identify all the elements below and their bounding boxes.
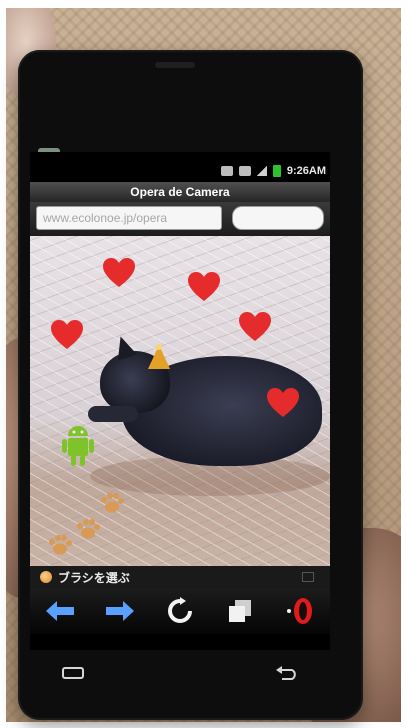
heart-sticker-icon[interactable] bbox=[102, 258, 136, 288]
arrow-right-icon bbox=[106, 601, 134, 621]
address-bar: www.ecolonoe.jp/opera bbox=[30, 202, 330, 236]
browser-title: Opera de Camera bbox=[30, 182, 330, 202]
heart-sticker-icon[interactable] bbox=[238, 312, 272, 342]
back-button[interactable] bbox=[43, 594, 77, 628]
forward-button[interactable] bbox=[103, 594, 137, 628]
phone-brand-logo bbox=[155, 62, 195, 68]
signal-icon bbox=[256, 166, 267, 176]
paw-print-sticker-icon[interactable] bbox=[100, 492, 124, 514]
opera-logo-icon bbox=[287, 598, 312, 624]
tabs-button[interactable] bbox=[223, 594, 257, 628]
brush-menu-label: ブラシを選ぶ bbox=[58, 570, 130, 585]
browser-toolbar bbox=[30, 588, 330, 634]
heart-sticker-icon[interactable] bbox=[266, 388, 300, 418]
reload-icon bbox=[168, 597, 192, 623]
opera-menu-button[interactable] bbox=[283, 594, 317, 628]
search-input[interactable] bbox=[232, 206, 324, 230]
status-bar: 9:26AM bbox=[30, 162, 330, 180]
paw-print-sticker-icon[interactable] bbox=[48, 534, 72, 556]
battery-icon bbox=[272, 165, 281, 177]
paw-print-sticker-icon[interactable] bbox=[76, 518, 100, 540]
vibrate-icon bbox=[238, 166, 251, 176]
brush-menu[interactable]: ブラシを選ぶ bbox=[30, 566, 330, 588]
heart-sticker-icon[interactable] bbox=[50, 320, 84, 350]
camera-viewport[interactable] bbox=[30, 236, 330, 566]
cat-paw bbox=[88, 406, 138, 422]
arrow-left-icon bbox=[46, 601, 74, 621]
back-hardware-button[interactable] bbox=[272, 664, 302, 682]
brush-icon bbox=[40, 571, 52, 583]
party-hat-sticker-icon[interactable] bbox=[146, 344, 172, 372]
hardware-buttons bbox=[30, 655, 330, 691]
android-robot-sticker-icon[interactable] bbox=[62, 424, 94, 468]
menu-grip-icon[interactable] bbox=[302, 572, 314, 582]
status-time: 9:26AM bbox=[286, 165, 326, 177]
menu-icon bbox=[62, 667, 84, 679]
heart-sticker-icon[interactable] bbox=[187, 272, 221, 302]
phone-screen: 9:26AM Opera de Camera www.ecolonoe.jp/o… bbox=[30, 152, 330, 650]
usb-icon bbox=[220, 166, 233, 176]
url-input[interactable]: www.ecolonoe.jp/opera bbox=[36, 206, 222, 230]
menu-hardware-button[interactable] bbox=[58, 664, 88, 682]
tabs-icon bbox=[229, 600, 251, 622]
back-icon bbox=[276, 666, 296, 680]
reload-button[interactable] bbox=[163, 594, 197, 628]
